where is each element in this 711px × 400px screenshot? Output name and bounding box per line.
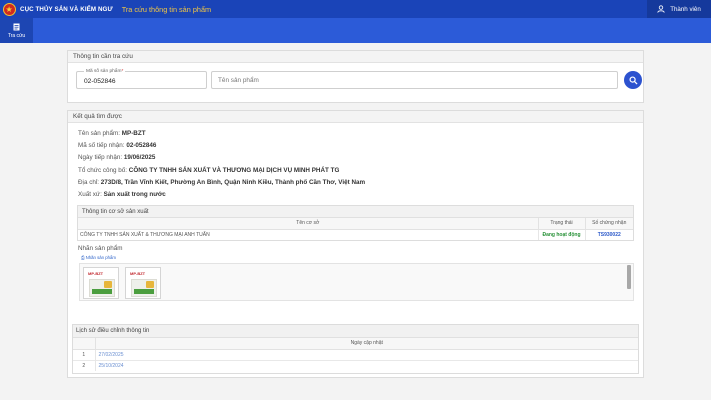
label-image-gallery: MP-BZT MP-BZT — [79, 263, 634, 301]
label-thumbnail[interactable]: MP-BZT — [83, 267, 119, 299]
labels-subtitle: ⎙ Nhãn sản phẩm — [81, 255, 116, 260]
history-panel: Lịch sử điều chỉnh thông tin Ngày cập nh… — [72, 324, 639, 374]
labels-title: Nhãn sản phẩm — [78, 245, 123, 252]
col-facility-name: Tên cơ sở — [78, 218, 538, 230]
product-name-field[interactable]: Tên sản phẩm — [211, 71, 618, 89]
cert-number-link[interactable]: TS930022 — [584, 229, 633, 240]
label-thumbnail-text: MP-BZT — [130, 271, 146, 276]
app-title: Tra cứu thông tin sản phẩm — [121, 4, 212, 14]
status-badge: Đang hoạt động — [537, 229, 585, 240]
facility-panel-title: Thông tin cơ sở sản xuất — [78, 206, 633, 218]
facility-panel: Thông tin cơ sở sản xuất Tên cơ sở Trạng… — [77, 205, 634, 241]
facility-name: CÔNG TY TNHH SẢN XUẤT & THƯƠNG MẠI ANH T… — [80, 231, 210, 238]
org-name: CỤC THỦY SẢN VÀ KIỂM NGƯ — [20, 5, 113, 13]
info-receipt-date: Ngày tiếp nhận: 19/06/2025 — [78, 154, 156, 162]
product-code-value: 02-052846 — [84, 78, 116, 85]
history-table: Ngày cập nhật 1 27/02/2025 2 25/10/2024 — [73, 338, 638, 371]
update-date-link[interactable]: 27/02/2025 — [94, 348, 638, 360]
row-index: 1 — [73, 348, 95, 360]
info-receipt-code: Mã số tiếp nhận: 02-052846 — [78, 142, 157, 150]
row-index: 2 — [73, 359, 95, 371]
col-cert-number: Số chứng nhận — [584, 218, 633, 230]
product-code-label: Mã số sản phẩm* — [84, 69, 126, 74]
required-mark: * — [121, 69, 124, 74]
info-product-name: Tên sản phẩm: MP-BZT — [78, 130, 146, 137]
info-publisher: Tổ chức công bố: CÔNG TY TNHH SẢN XUẤT V… — [78, 166, 340, 174]
product-name-placeholder: Tên sản phẩm — [218, 77, 259, 84]
info-address: Địa chỉ: 273D/8, Trần Vĩnh Kiết, Phường … — [78, 178, 366, 186]
product-info: Tên sản phẩm: MP-BZT Mã số tiếp nhận: 02… — [78, 130, 365, 203]
table-row: 2 25/10/2024 — [73, 359, 638, 371]
gallery-scrollbar[interactable] — [627, 265, 631, 289]
col-update-date: Ngày cập nhật — [94, 338, 638, 350]
user-label: Thành viên — [670, 5, 701, 13]
col-status: Trạng thái — [537, 218, 585, 230]
label-thumbnail-text: MP-BZT — [88, 271, 104, 276]
result-panel: Kết quả tìm được Tên sản phẩm: MP-BZT Mã… — [67, 110, 644, 378]
emblem-logo: ★ — [0, 0, 18, 18]
search-panel: Thông tin cần tra cứu Mã số sản phẩm* 02… — [67, 50, 644, 103]
table-row: CÔNG TY TNHH SẢN XUẤT & THƯƠNG MẠI ANH T… — [78, 229, 633, 240]
user-menu-button[interactable]: Thành viên — [647, 0, 711, 18]
table-row: 1 27/02/2025 — [73, 348, 638, 360]
history-panel-title: Lịch sử điều chỉnh thông tin — [73, 325, 638, 338]
label-thumbnail[interactable]: MP-BZT — [125, 267, 161, 299]
search-icon — [628, 75, 638, 85]
result-panel-title: Kết quả tìm được — [68, 111, 643, 123]
product-code-field[interactable]: Mã số sản phẩm* 02-052846 — [76, 69, 207, 89]
search-panel-title: Thông tin cần tra cứu — [68, 51, 643, 63]
facility-table: Tên cơ sở Trạng thái Số chứng nhận CÔNG … — [78, 218, 633, 240]
update-date-link[interactable]: 25/10/2024 — [94, 359, 638, 371]
nav-item-label: Tra cứu — [7, 32, 26, 39]
top-header: ★ CỤC THỦY SẢN VÀ KIỂM NGƯ Tra cứu thông… — [0, 0, 711, 18]
user-icon — [657, 5, 665, 13]
nav-bar: Tra cứu — [0, 18, 711, 43]
document-search-icon — [13, 23, 20, 30]
col-index — [73, 338, 95, 350]
info-origin: Xuất xứ: Sản xuất trong nước — [78, 190, 166, 198]
search-button[interactable] — [624, 71, 642, 89]
nav-item-lookup[interactable]: Tra cứu — [0, 18, 33, 43]
